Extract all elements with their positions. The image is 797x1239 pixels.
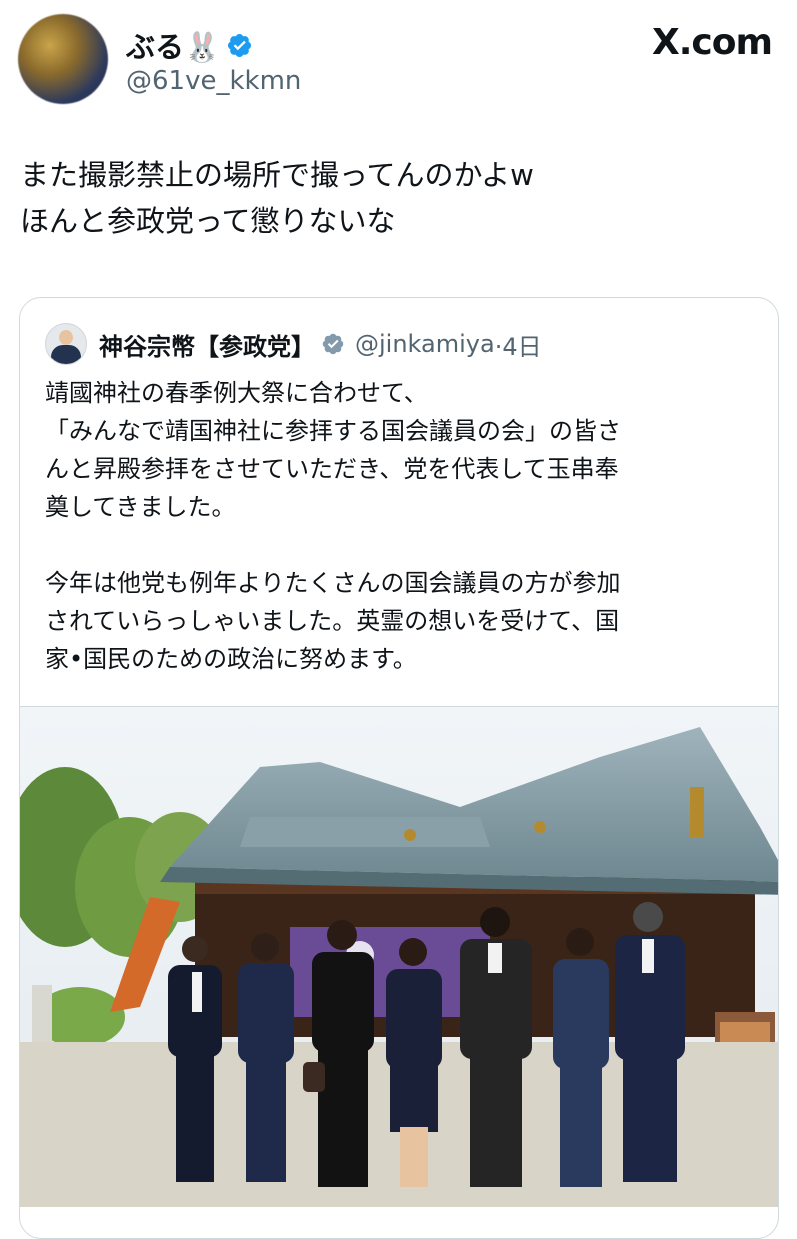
tweet-text: また撮影禁止の場所で撮ってんのかよw ほんと参政党って懲りないな	[20, 152, 760, 244]
quote-line: んと昇殿参拝をさせていただき、党を代表して玉串奉	[45, 455, 619, 483]
author-display-name[interactable]: ぶる🐰	[126, 24, 220, 66]
verified-badge-icon	[228, 33, 252, 57]
quote-line: 靖國神社の春季例大祭に合わせて、	[45, 379, 428, 407]
quoted-author-name[interactable]: 神谷宗幣【参政党】	[99, 327, 315, 362]
quote-line: 家•国民のための政治に努めます。	[45, 645, 417, 673]
author-name-row[interactable]: ぶる🐰	[126, 24, 253, 66]
quoted-tweet[interactable]: 神谷宗幣【参政党】 @jinkamiya ·4日 靖國神社の春季例大祭に合わせて…	[19, 297, 779, 1239]
quote-line: 「みんなで靖国神社に参拝する国会議員の会」の皆さ	[45, 417, 621, 445]
verified-badge-icon	[322, 333, 344, 355]
quote-line: 今年は他党も例年よりたくさんの国会議員の方が参加	[45, 569, 621, 597]
tweet-line: ほんと参政党って懲りないな	[20, 204, 396, 238]
quote-line: 奠してきました。	[45, 493, 236, 521]
quoted-author-avatar[interactable]	[45, 323, 87, 365]
shrine-group-photo-icon	[20, 707, 778, 1207]
tweet-header: ぶる🐰 @61ve_kkmn X.com	[18, 14, 778, 106]
quoted-tweet-text: 靖國神社の春季例大祭に合わせて、 「みんなで靖国神社に参拝する国会議員の会」の皆…	[45, 374, 757, 678]
author-handle[interactable]: @61ve_kkmn	[126, 66, 301, 96]
quoted-tweet-header: 神谷宗幣【参政党】 @jinkamiya ·4日	[45, 322, 542, 366]
quoted-timestamp[interactable]: ·4日	[495, 327, 542, 362]
quoted-author-handle[interactable]: @jinkamiya	[355, 330, 495, 358]
quote-line: されていらっしゃいました。英霊の想いを受けて、国	[45, 607, 620, 635]
tweet-line: また撮影禁止の場所で撮ってんのかよw	[20, 158, 534, 192]
quoted-media-photo[interactable]	[20, 706, 778, 1207]
x-logo[interactable]: X.com	[652, 22, 773, 63]
author-avatar[interactable]	[18, 14, 108, 104]
